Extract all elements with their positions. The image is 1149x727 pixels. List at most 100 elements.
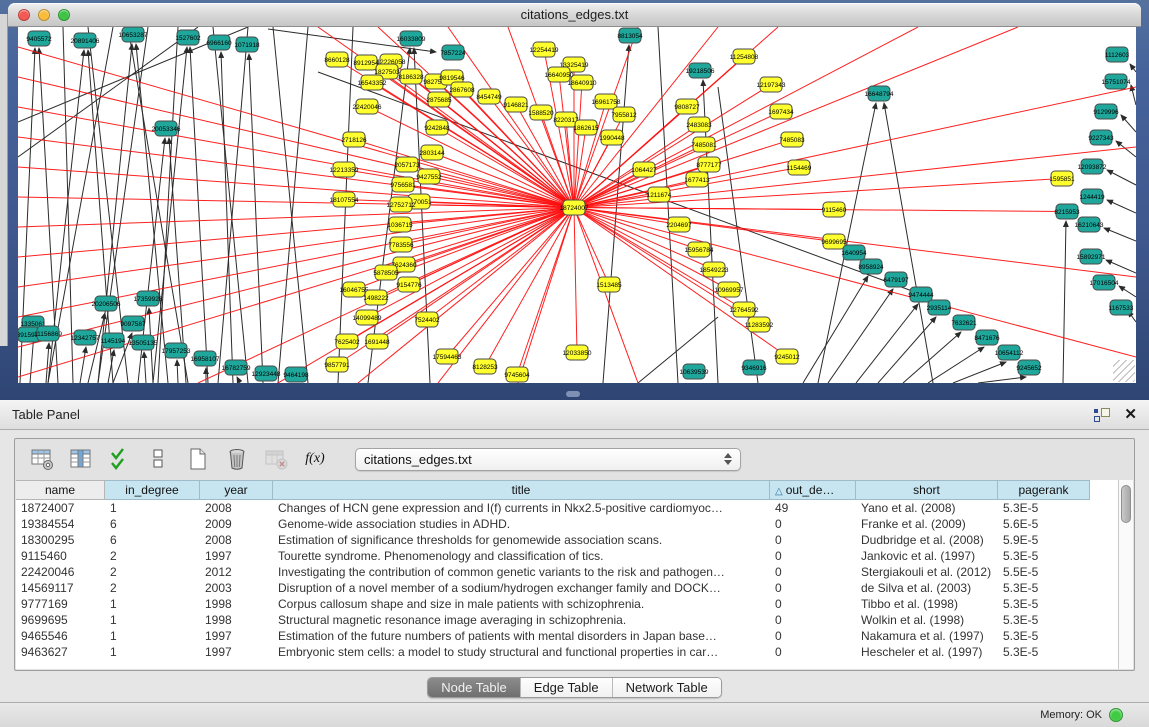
- graph-node[interactable]: 15751074: [1102, 74, 1131, 89]
- graph-node[interactable]: 8660128: [324, 52, 350, 67]
- graph-node[interactable]: 17016504: [1090, 275, 1119, 290]
- graph-node[interactable]: 16210643: [1075, 217, 1104, 232]
- graph-node[interactable]: 1640954: [841, 245, 867, 260]
- graph-node[interactable]: 9474444: [908, 287, 934, 302]
- column-header-in_degree[interactable]: in_degree: [105, 480, 200, 500]
- graph-node[interactable]: 9115460: [822, 202, 847, 217]
- graph-node[interactable]: 1677413: [684, 172, 710, 187]
- graph-node[interactable]: 9857791: [324, 357, 350, 372]
- graph-node[interactable]: 7783556: [388, 237, 414, 252]
- graph-node[interactable]: 20206506: [92, 296, 121, 311]
- graph-node[interactable]: 16033809: [397, 31, 426, 46]
- graph-node[interactable]: 15892971: [1077, 249, 1106, 264]
- graph-node[interactable]: 9346916: [741, 360, 767, 375]
- network-graph[interactable]: 1872400786601288912954122260581827503165…: [18, 27, 1136, 383]
- table-row[interactable]: 1456911722003Disruption of a novel membe…: [16, 580, 1118, 596]
- float-panel-button[interactable]: [1094, 408, 1110, 422]
- graph-node[interactable]: 2803144: [419, 145, 445, 160]
- graph-node[interactable]: 7857224: [440, 45, 466, 60]
- graph-node[interactable]: 2204697: [666, 217, 692, 232]
- column-header-pagerank[interactable]: pagerank: [998, 480, 1090, 500]
- graph-node[interactable]: 12093872: [1078, 159, 1107, 174]
- graph-node[interactable]: 1697434: [768, 104, 794, 119]
- column-header-short[interactable]: short: [856, 480, 998, 500]
- graph-node[interactable]: 9808727: [674, 99, 700, 114]
- graph-node[interactable]: 16543352: [358, 75, 387, 90]
- graph-node[interactable]: 16958107: [191, 351, 220, 366]
- graph-node[interactable]: 7524402: [414, 312, 440, 327]
- graph-node[interactable]: 9405572: [26, 31, 52, 46]
- graph-node[interactable]: 12764592: [730, 302, 759, 317]
- graph-node[interactable]: 10969957: [715, 282, 744, 297]
- tab-node-table[interactable]: Node Table: [428, 678, 520, 697]
- table-row[interactable]: 946362711997Embryonic stem cells: a mode…: [16, 644, 1118, 660]
- graph-node[interactable]: 16648794: [865, 86, 894, 101]
- graph-node[interactable]: 17594463: [433, 349, 462, 364]
- table-selector-dropdown[interactable]: citations_edges.txt: [355, 448, 741, 471]
- graph-node[interactable]: 7632621: [951, 315, 977, 330]
- graph-node[interactable]: 7485081: [691, 137, 717, 152]
- graph-node[interactable]: 16782759: [222, 360, 251, 375]
- table-row[interactable]: 977716911998Corpus callosum shape and si…: [16, 596, 1118, 612]
- graph-node[interactable]: 1513485: [596, 277, 622, 292]
- zoom-window-button[interactable]: [58, 9, 70, 21]
- column-header-year[interactable]: year: [200, 480, 273, 500]
- graph-node[interactable]: 8186328: [398, 69, 424, 84]
- graph-node[interactable]: 10654112: [995, 345, 1024, 360]
- column-header-title[interactable]: title: [273, 480, 770, 500]
- close-window-button[interactable]: [18, 9, 30, 21]
- graph-node[interactable]: 1862615: [573, 120, 599, 135]
- table-mode-button[interactable]: [29, 446, 55, 472]
- table-row[interactable]: 1872400712008Changes of HCN gene express…: [16, 500, 1118, 516]
- graph-node[interactable]: 14099489: [353, 310, 382, 325]
- graph-node[interactable]: 2718126: [341, 132, 367, 147]
- new-column-button[interactable]: [185, 446, 211, 472]
- table-row[interactable]: 1938455462009Genome-wide association stu…: [16, 516, 1118, 532]
- graph-node[interactable]: 8958924: [858, 259, 884, 274]
- graph-node[interactable]: 2867608: [449, 82, 475, 97]
- graph-node[interactable]: 1112603: [1105, 47, 1130, 62]
- tab-network-table[interactable]: Network Table: [612, 678, 721, 697]
- table-row[interactable]: 946554611997Estimation of the future num…: [16, 628, 1118, 644]
- graph-node[interactable]: 7625402: [334, 334, 360, 349]
- graph-node[interactable]: 17359928: [134, 291, 163, 306]
- graph-node[interactable]: 6479197: [883, 272, 909, 287]
- graph-node[interactable]: 18549223: [700, 262, 729, 277]
- graph-node[interactable]: 1990448: [599, 130, 625, 145]
- graph-node[interactable]: 1064427: [631, 162, 657, 177]
- graph-node[interactable]: 17957253: [162, 343, 191, 358]
- graph-node[interactable]: 1211674: [647, 187, 672, 202]
- graph-node[interactable]: 11283592: [745, 317, 774, 332]
- graph-node[interactable]: 9427552: [416, 169, 442, 184]
- graph-node[interactable]: 20891406: [71, 33, 100, 48]
- graph-node[interactable]: 8454749: [476, 89, 502, 104]
- tab-edge-table[interactable]: Edge Table: [520, 678, 612, 697]
- graph-node[interactable]: 6966160: [206, 35, 232, 50]
- graph-node[interactable]: 1167533: [1109, 300, 1134, 315]
- graph-node[interactable]: 12254419: [530, 42, 559, 57]
- minimize-window-button[interactable]: [38, 9, 50, 21]
- graph-node[interactable]: 1527602: [175, 30, 201, 45]
- graph-node[interactable]: 12213359: [330, 162, 359, 177]
- graph-node[interactable]: 1154469: [787, 160, 812, 175]
- row-select-button[interactable]: [107, 446, 133, 472]
- graph-node[interactable]: 9464198: [283, 367, 309, 382]
- graph-node[interactable]: 12923448: [252, 366, 281, 381]
- graph-node[interactable]: 16640950: [545, 67, 574, 82]
- graph-node[interactable]: 10653287: [119, 27, 148, 42]
- graph-node[interactable]: 8912954: [353, 55, 379, 70]
- graph-node[interactable]: 1498222: [363, 290, 389, 305]
- table-scrollbar[interactable]: [1118, 480, 1133, 669]
- graph-node[interactable]: 5878505: [373, 265, 399, 280]
- graph-node[interactable]: 7485083: [779, 132, 805, 147]
- graph-node[interactable]: 1145194: [101, 333, 126, 348]
- graph-node[interactable]: 9242848: [424, 120, 450, 135]
- graph-node[interactable]: 18107554: [330, 192, 359, 207]
- merge-rows-button[interactable]: [146, 446, 172, 472]
- graph-node[interactable]: 10639539: [680, 364, 709, 379]
- delete-column-button[interactable]: [224, 446, 250, 472]
- graph-node[interactable]: 9227343: [1088, 130, 1114, 145]
- window-titlebar[interactable]: citations_edges.txt: [8, 3, 1141, 27]
- graph-node[interactable]: 2057173: [394, 157, 420, 172]
- graph-node[interactable]: 7955812: [611, 107, 637, 122]
